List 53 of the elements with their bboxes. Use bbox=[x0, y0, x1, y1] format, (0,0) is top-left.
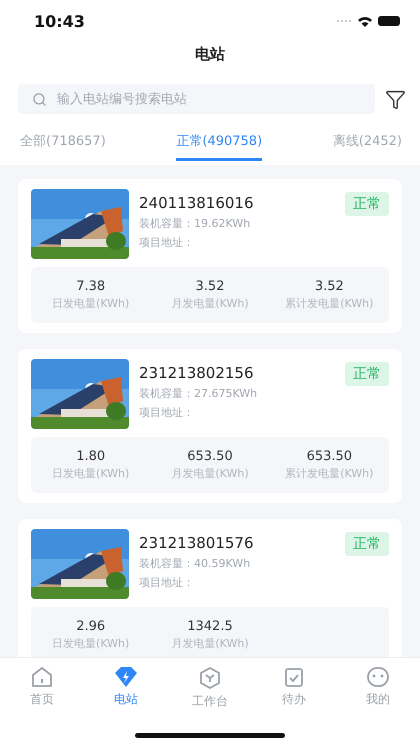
nav-tab[interactable]: 待办 bbox=[264, 666, 324, 710]
stat-label: 日发电量(KWh) bbox=[52, 296, 130, 311]
stat-label: 月发电量(KWh) bbox=[171, 636, 249, 651]
filter-tab[interactable]: 离线(2452) bbox=[332, 132, 402, 161]
filter-tab[interactable]: 正常(490758) bbox=[176, 132, 262, 161]
status-badge: 正常 bbox=[345, 362, 389, 386]
stat-value: 1342.5 bbox=[187, 619, 233, 634]
battery-icon bbox=[378, 16, 400, 26]
station-card[interactable]: 231213801576 装机容量：40.59KWh 项目地址： 正常 2.96 日发电量(KWh) 1342.5 月发电量(KWh) bbox=[18, 519, 402, 657]
station-id: 240113816016 bbox=[139, 194, 255, 212]
stat-value: 653.50 bbox=[187, 449, 233, 464]
address-label: 项目地址： bbox=[139, 235, 195, 250]
capacity-text: 装机容量：27.675KWh bbox=[139, 386, 258, 401]
station-card[interactable]: 240113816016 装机容量：19.62KWh 项目地址： 正常 7.38 日发电量(KWh) 3.52 月发电量(KWh) 3.52 累计发电量(KWh) bbox=[18, 179, 402, 333]
hexagon-icon bbox=[198, 666, 222, 690]
checklist-icon bbox=[283, 666, 305, 688]
station-id: 231213801576 bbox=[139, 534, 255, 552]
capacity-text: 装机容量：40.59KWh bbox=[139, 556, 252, 571]
stat-value: 7.38 bbox=[76, 279, 106, 294]
lightning-gem-icon bbox=[113, 666, 139, 688]
stat-value: 3.52 bbox=[196, 279, 224, 294]
nav-tab[interactable]: 电站 bbox=[96, 666, 156, 710]
address-label: 项目地址： bbox=[139, 575, 195, 590]
filter-tab[interactable]: 全部(718657) bbox=[20, 132, 106, 161]
status-badge: 正常 bbox=[345, 532, 389, 556]
filter-icon[interactable] bbox=[385, 88, 406, 110]
smiley-icon bbox=[366, 666, 390, 688]
station-card[interactable]: 231213802156 装机容量：27.675KWh 项目地址： 正常 1.80 日发电量(KWh) 653.50 月发电量(KWh) 653.50 累计发电量(KWh) bbox=[18, 349, 402, 503]
search-input[interactable]: 输入电站编号搜索电站 bbox=[55, 90, 361, 108]
stat-label: 月发电量(KWh) bbox=[171, 466, 249, 481]
capacity-text: 装机容量：19.62KWh bbox=[139, 216, 252, 231]
status-time: 10:43 bbox=[34, 12, 85, 30]
address-label: 项目地址： bbox=[139, 405, 195, 420]
stat-label: 日发电量(KWh) bbox=[52, 466, 130, 481]
search-field[interactable]: 输入电站编号搜索电站 bbox=[18, 84, 375, 114]
stat-value: 3.52 bbox=[314, 279, 344, 294]
stat-label: 累计发电量(KWh) bbox=[285, 466, 374, 481]
status-badge: 正常 bbox=[345, 192, 389, 216]
search-icon bbox=[32, 92, 47, 106]
stat-value: 653.50 bbox=[306, 449, 352, 464]
nav-tab[interactable]: 首页 bbox=[12, 666, 72, 710]
wifi-icon bbox=[357, 16, 373, 26]
nav-tab[interactable]: 我的 bbox=[348, 666, 408, 710]
stat-value: 1.80 bbox=[76, 449, 106, 464]
home-icon bbox=[30, 666, 54, 688]
nav-tab[interactable]: 工作台 bbox=[180, 666, 240, 710]
station-id: 231213802156 bbox=[139, 364, 255, 382]
stat-label: 月发电量(KWh) bbox=[171, 296, 249, 311]
signal-icon bbox=[336, 19, 352, 23]
page-title: 电站 bbox=[194, 44, 226, 65]
stat-label: 累计发电量(KWh) bbox=[285, 296, 374, 311]
stat-label: 日发电量(KWh) bbox=[52, 636, 130, 651]
stat-value: 2.96 bbox=[76, 619, 106, 634]
